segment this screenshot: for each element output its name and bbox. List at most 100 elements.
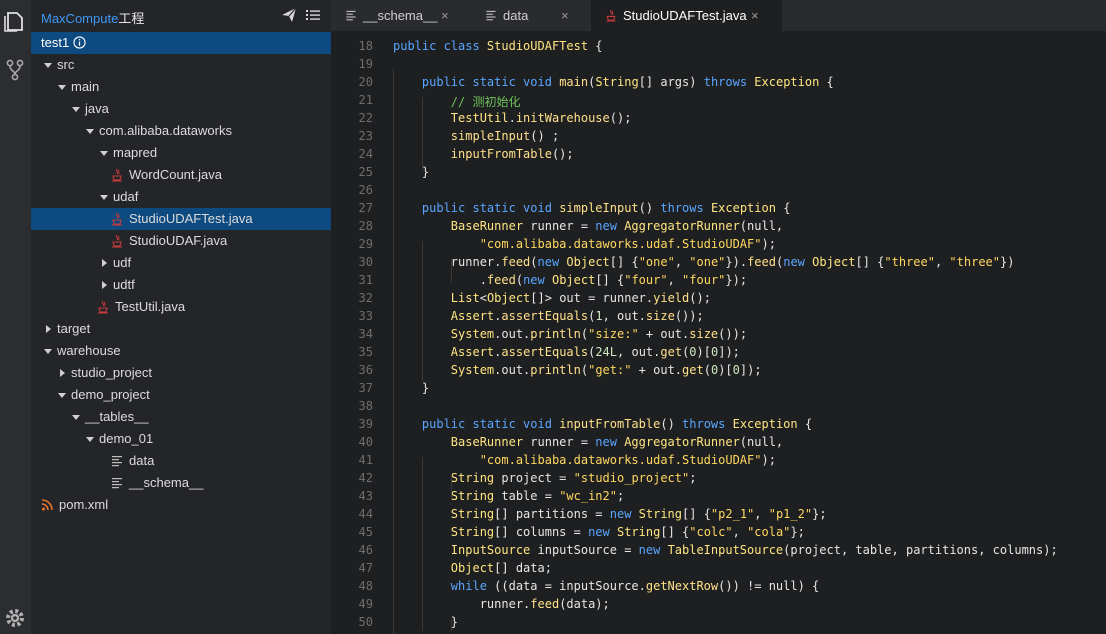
code-line: "com.alibaba.dataworks.udaf.StudioUDAF")… (393, 453, 776, 467)
chevron-right-icon[interactable] (99, 258, 109, 268)
code-line: System.out.println("size:" + out.size())… (393, 327, 747, 341)
tree-folder[interactable]: demo_01 (31, 428, 331, 450)
java-file-icon (112, 234, 122, 248)
code-token: Exception (754, 75, 820, 89)
line-number: 47 (358, 561, 373, 575)
code-token: < (479, 291, 487, 305)
tree-folder[interactable]: demo_project (31, 384, 331, 406)
tree-file[interactable]: __schema__ (31, 472, 331, 494)
code-token: + out. (631, 363, 683, 377)
list-icon[interactable] (305, 7, 321, 23)
line-number: 35 (358, 345, 373, 359)
tree-folder[interactable]: java (31, 98, 331, 120)
code-token: } (393, 165, 430, 179)
chevron-down-icon[interactable] (43, 346, 53, 356)
tree-file[interactable]: StudioUDAF.java (31, 230, 331, 252)
code-token: [] partitions = (494, 507, 610, 521)
tree-item-label: demo_01 (99, 431, 154, 446)
code-token: Object (566, 255, 610, 269)
gear-icon[interactable] (3, 606, 27, 630)
chevron-down-icon[interactable] (57, 390, 67, 400)
code-token: { (588, 39, 603, 53)
line-number: 50 (358, 615, 373, 629)
chevron-right-icon[interactable] (57, 368, 67, 378)
chevron-down-icon[interactable] (71, 412, 81, 422)
code-token: . (393, 273, 487, 287)
chevron-right-icon[interactable] (99, 280, 109, 290)
tree-file[interactable]: pom.xml (31, 494, 331, 516)
chevron-right-icon[interactable] (43, 324, 53, 334)
code-token: () ; (530, 129, 560, 143)
code-token: public static void (421, 201, 560, 215)
tree-folder[interactable]: udaf (31, 186, 331, 208)
close-icon[interactable]: × (561, 8, 569, 23)
close-icon[interactable]: × (751, 8, 759, 23)
close-icon[interactable]: × (441, 8, 449, 23)
line-number: 48 (358, 579, 373, 593)
chevron-down-icon[interactable] (71, 104, 81, 114)
tree-folder[interactable]: warehouse (31, 340, 331, 362)
tree-folder[interactable]: udf (31, 252, 331, 274)
code-token: new (588, 525, 617, 539)
tree-folder[interactable]: src (31, 54, 331, 76)
code-token: }); (725, 273, 748, 287)
editor-tab[interactable]: __schema__ × (331, 0, 472, 31)
info-icon[interactable] (73, 36, 86, 49)
tree-folder[interactable]: studio_project (31, 362, 331, 384)
indent-guide (422, 241, 423, 381)
line-number: 28 (358, 219, 373, 233)
line-number: 40 (358, 435, 373, 449)
code-editor[interactable]: 18 public class StudioUDAFTest {19 20 publ… (331, 31, 1106, 634)
tree-folder[interactable]: __tables__ (31, 406, 331, 428)
code-token: String (595, 75, 639, 89)
chevron-down-icon[interactable] (43, 60, 53, 70)
send-icon[interactable] (281, 7, 297, 23)
tree-file[interactable]: TestUtil.java (31, 296, 331, 318)
chevron-down-icon[interactable] (99, 192, 109, 202)
tab-label: StudioUDAFTest.java (623, 8, 747, 23)
tree-file[interactable]: StudioUDAFTest.java (31, 208, 331, 230)
code-line: BaseRunner runner = new AggregatorRunner… (393, 435, 783, 449)
code-line: while ((data = inputSource.getNextRow())… (393, 579, 819, 593)
editor-tab[interactable]: data × (471, 0, 592, 31)
code-line: } (393, 615, 458, 629)
files-icon[interactable] (3, 10, 27, 34)
code-token: () (638, 201, 661, 215)
tree-folder[interactable]: target (31, 318, 331, 340)
text-file-icon (486, 10, 496, 21)
tree-item-label: target (57, 321, 91, 336)
tree-folder[interactable]: com.alibaba.dataworks (31, 120, 331, 142)
code-token: main (559, 75, 589, 89)
tree-folder[interactable]: udtf (31, 274, 331, 296)
line-number: 26 (358, 183, 373, 197)
text-file-icon (112, 456, 122, 467)
code-token: feed (501, 255, 531, 269)
chevron-down-icon[interactable] (99, 148, 109, 158)
code-token: [] data; (494, 561, 552, 575)
code-token: Exception (732, 417, 798, 431)
chevron-down-icon[interactable] (85, 126, 95, 136)
code-token: throws (703, 75, 755, 89)
line-number: 43 (358, 489, 373, 503)
code-token: feed (530, 597, 560, 611)
code-token: BaseRunner (450, 219, 524, 233)
tree-folder[interactable]: mapred (31, 142, 331, 164)
source-control-icon[interactable] (3, 58, 27, 82)
tree-file[interactable]: data (31, 450, 331, 472)
line-number: 42 (358, 471, 373, 485)
chevron-down-icon[interactable] (57, 82, 67, 92)
tree-file[interactable]: WordCount.java (31, 164, 331, 186)
code-token: (); (609, 111, 632, 125)
editor-tab[interactable]: StudioUDAFTest.java × (591, 0, 782, 31)
line-number: 23 (358, 129, 373, 143)
tree-folder[interactable]: main (31, 76, 331, 98)
code-token: ( (580, 327, 589, 341)
chevron-down-icon[interactable] (85, 434, 95, 444)
line-number: 27 (358, 201, 373, 215)
project-row[interactable]: test1 (31, 32, 331, 54)
code-token: .out. (494, 327, 531, 341)
editor-tabs: __schema__ × data × StudioUDAFTest.java × (331, 0, 1106, 31)
code-line: TestUtil.initWarehouse(); (393, 111, 632, 125)
